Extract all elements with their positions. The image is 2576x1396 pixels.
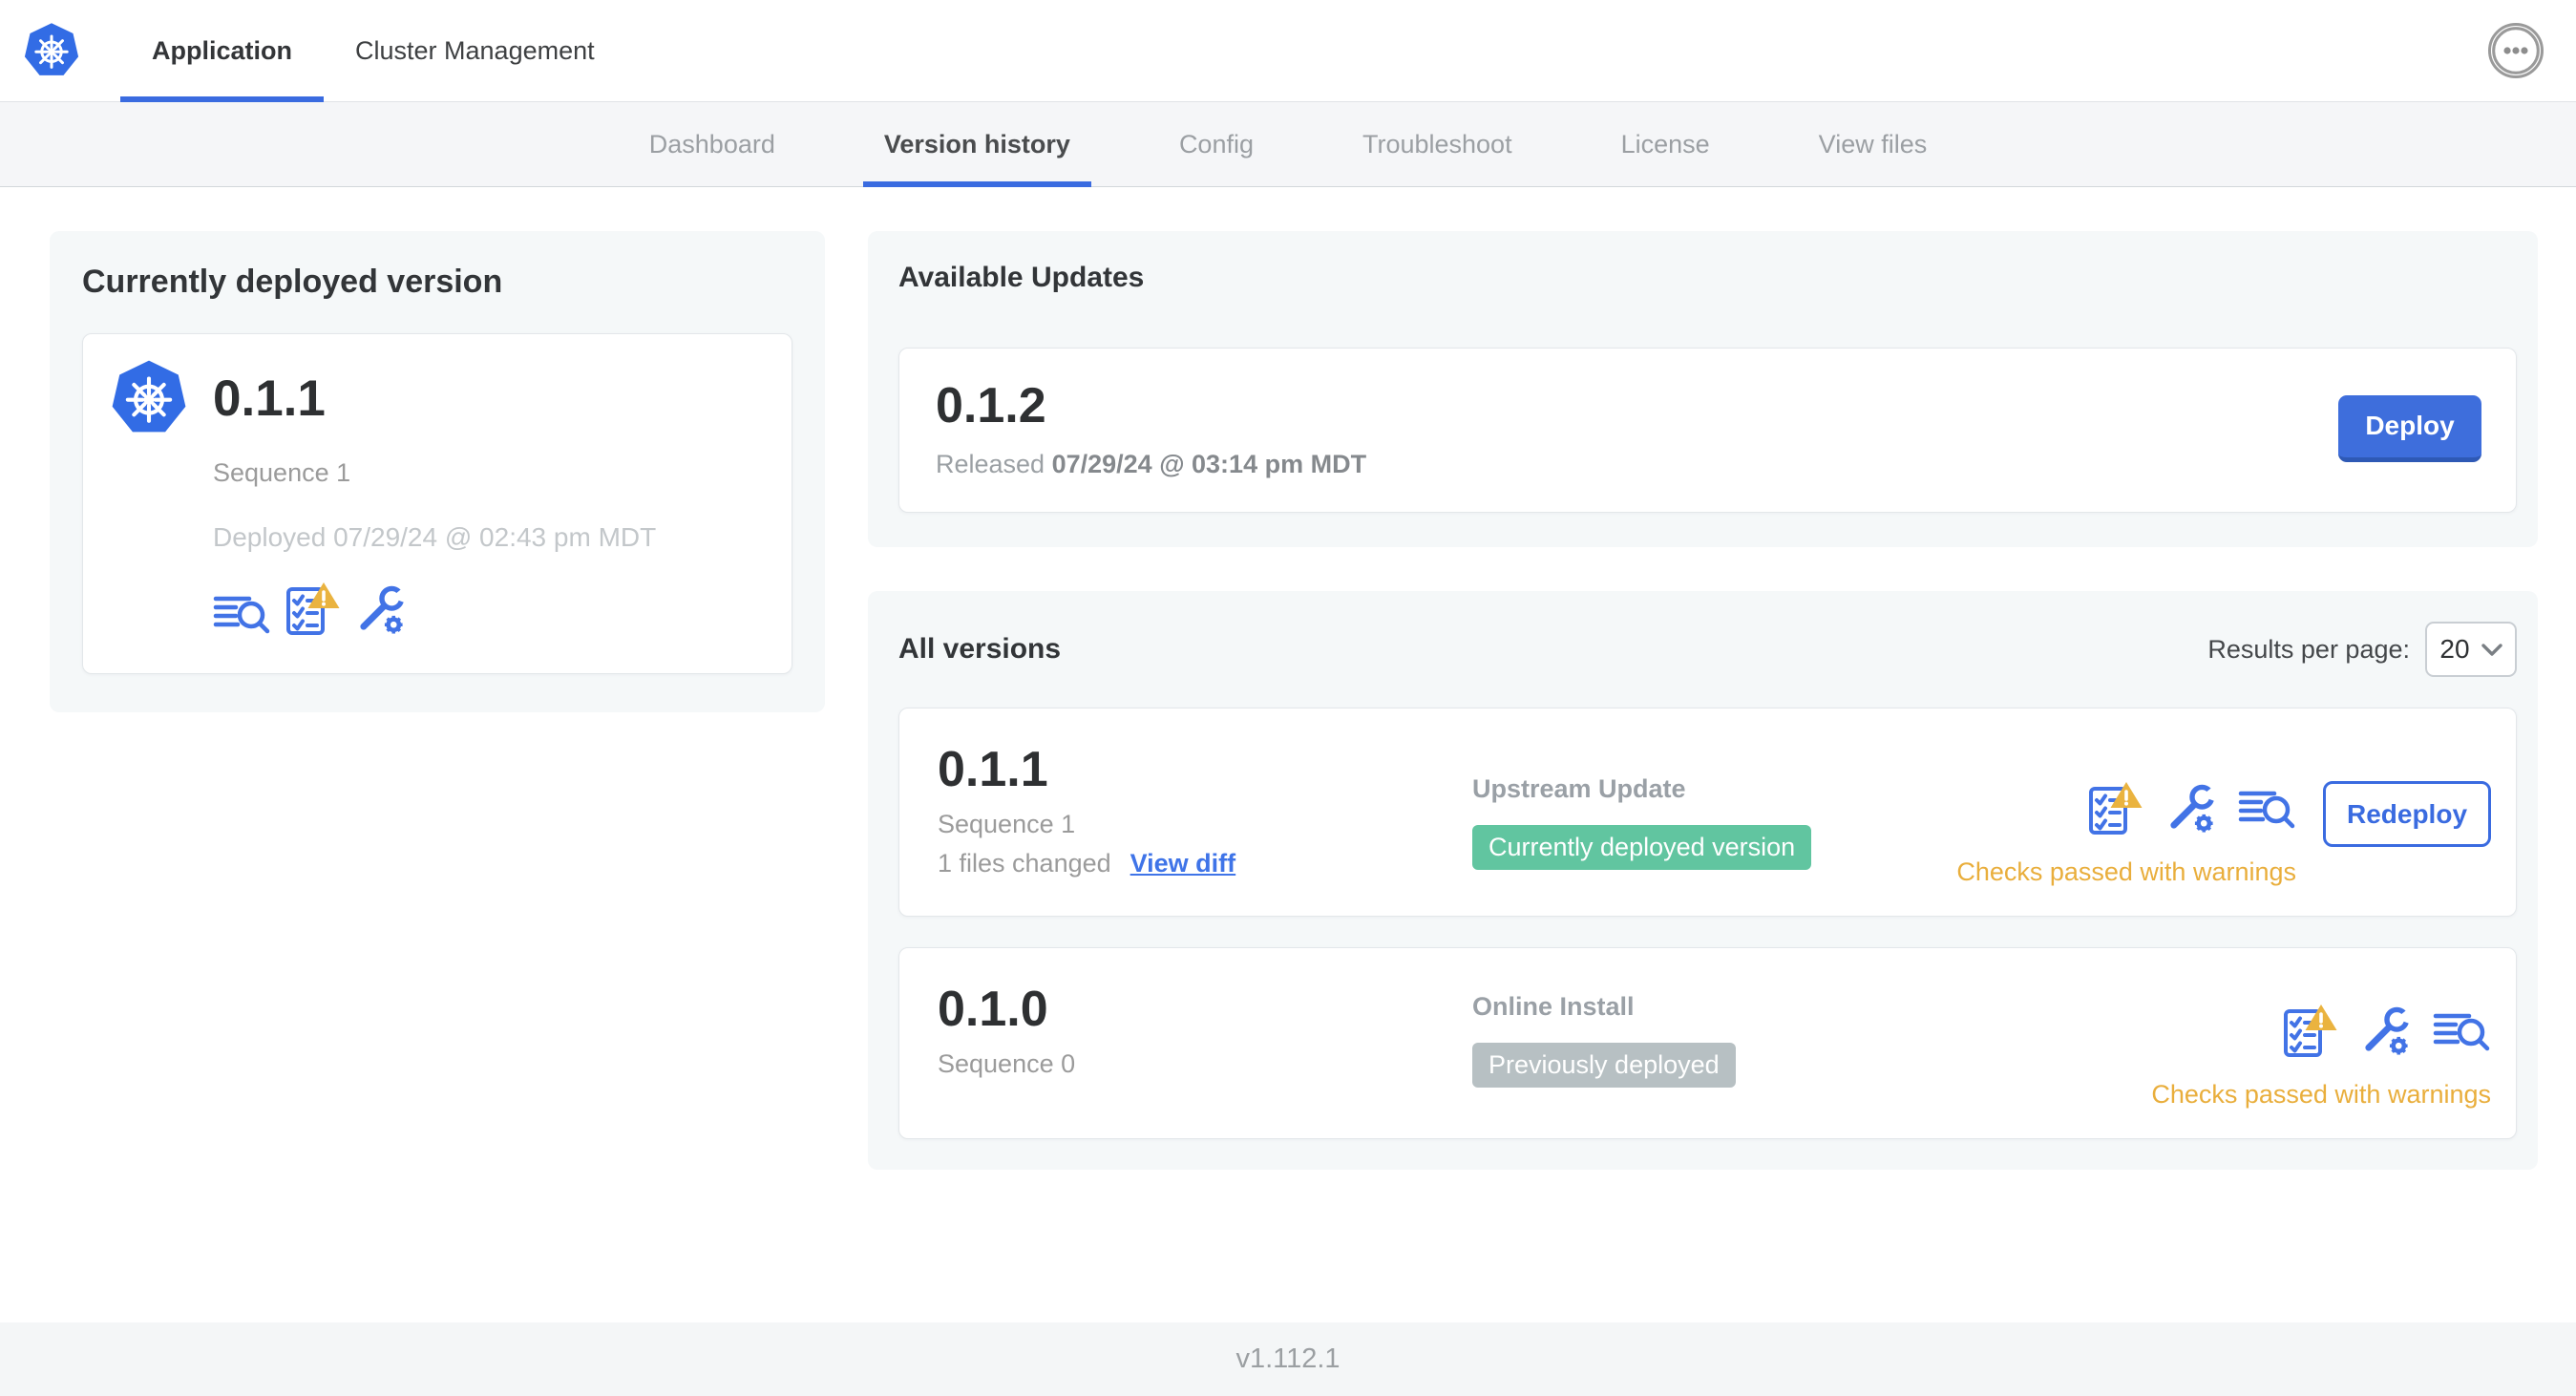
row-sequence: Sequence 1 (938, 810, 1076, 838)
preflight-checks-warning-icon[interactable] (2282, 1003, 2339, 1061)
current-version-card: 0.1.1 Sequence 1 Deployed 07/29/24 @ 02:… (82, 333, 792, 674)
config-icon[interactable] (354, 583, 407, 639)
available-updates-title: Available Updates (898, 262, 1145, 293)
deployed-status-badge: Previously deployed (1472, 1043, 1736, 1088)
redeploy-button[interactable]: Redeploy (2323, 781, 2491, 847)
header-tab-cluster-management[interactable]: Cluster Management (324, 0, 626, 101)
results-per-page-label: Results per page: (2207, 634, 2410, 664)
current-version-column: Currently deployed version 0.1.1 Sequenc… (50, 231, 825, 712)
preflight-checks-warning-icon[interactable] (2087, 780, 2144, 838)
main-content: Currently deployed version 0.1.1 Sequenc… (0, 187, 2576, 1170)
preflight-checks-warning-icon[interactable] (285, 581, 342, 639)
current-version-deployed-at: Deployed 07/29/24 @ 02:43 pm MDT (213, 522, 657, 552)
update-version-number: 0.1.2 (936, 378, 1046, 434)
tab-view-files[interactable]: View files (1807, 102, 1939, 186)
update-released-date: 07/29/24 @ 03:14 pm MDT (1051, 450, 1367, 478)
deployed-status-badge: Currently deployed version (1472, 825, 1812, 870)
app-subnav: Dashboard Version history Config Trouble… (0, 102, 2576, 187)
tab-config[interactable]: Config (1168, 102, 1265, 186)
row-version-number: 0.1.1 (938, 742, 1048, 797)
header-tab-application[interactable]: Application (120, 0, 324, 102)
row-sequence: Sequence 0 (938, 1049, 1076, 1078)
current-version-section: Currently deployed version 0.1.1 Sequenc… (50, 231, 825, 712)
chevron-down-icon (2481, 643, 2502, 656)
tab-dashboard[interactable]: Dashboard (638, 102, 787, 186)
available-update-card: 0.1.2 Released 07/29/24 @ 03:14 pm MDT D… (898, 348, 2517, 513)
logs-icon[interactable] (2238, 786, 2296, 834)
row-version-number: 0.1.0 (938, 982, 1048, 1037)
logs-icon[interactable] (213, 591, 271, 639)
tab-license[interactable]: License (1610, 102, 1721, 186)
checks-status-text: Checks passed with warnings (2151, 1080, 2491, 1109)
current-version-number: 0.1.1 (213, 370, 326, 427)
kubernetes-app-icon (110, 359, 188, 437)
logs-icon[interactable] (2433, 1008, 2491, 1056)
tab-troubleshoot[interactable]: Troubleshoot (1351, 102, 1524, 186)
app-header: Application Cluster Management (0, 0, 2576, 102)
kubernetes-logo-icon (23, 0, 80, 101)
tab-version-history[interactable]: Version history (862, 102, 1092, 187)
version-row: 0.1.0 Sequence 0 Online Install Previous… (898, 947, 2517, 1139)
view-diff-link[interactable]: View diff (1130, 849, 1236, 878)
app-build-version: v1.112.1 (1235, 1343, 1341, 1374)
header-tab-label: Cluster Management (355, 35, 595, 65)
all-versions-title: All versions (898, 633, 1062, 665)
ellipsis-icon (2492, 27, 2540, 74)
current-version-sequence: Sequence 1 (213, 458, 351, 487)
config-icon[interactable] (2359, 1005, 2412, 1060)
row-source-label: Online Install (1472, 992, 1635, 1021)
current-version-title: Currently deployed version (82, 264, 503, 300)
files-changed-label: 1 files changed (938, 849, 1111, 878)
app-footer: v1.112.1 (0, 1322, 2576, 1396)
version-row: 0.1.1 Sequence 1 1 files changed View di… (898, 708, 2517, 917)
more-options-button[interactable] (2488, 23, 2544, 78)
all-versions-section: All versions Results per page: 20 0.1.1 … (868, 591, 2538, 1170)
results-per-page-select[interactable]: 20 (2425, 622, 2517, 677)
updates-column: Available Updates 0.1.2 Released 07/29/2… (868, 231, 2538, 1170)
config-icon[interactable] (2164, 782, 2217, 837)
header-tab-label: Application (152, 35, 292, 65)
version-history-page: Application Cluster Management Dashboard… (0, 0, 2576, 1396)
available-updates-section: Available Updates 0.1.2 Released 07/29/2… (868, 231, 2538, 547)
row-source-label: Upstream Update (1472, 774, 1686, 803)
update-released-at: Released 07/29/24 @ 03:14 pm MDT (936, 450, 1367, 478)
deploy-button[interactable]: Deploy (2338, 394, 2481, 462)
checks-status-text: Checks passed with warnings (1956, 857, 2296, 886)
